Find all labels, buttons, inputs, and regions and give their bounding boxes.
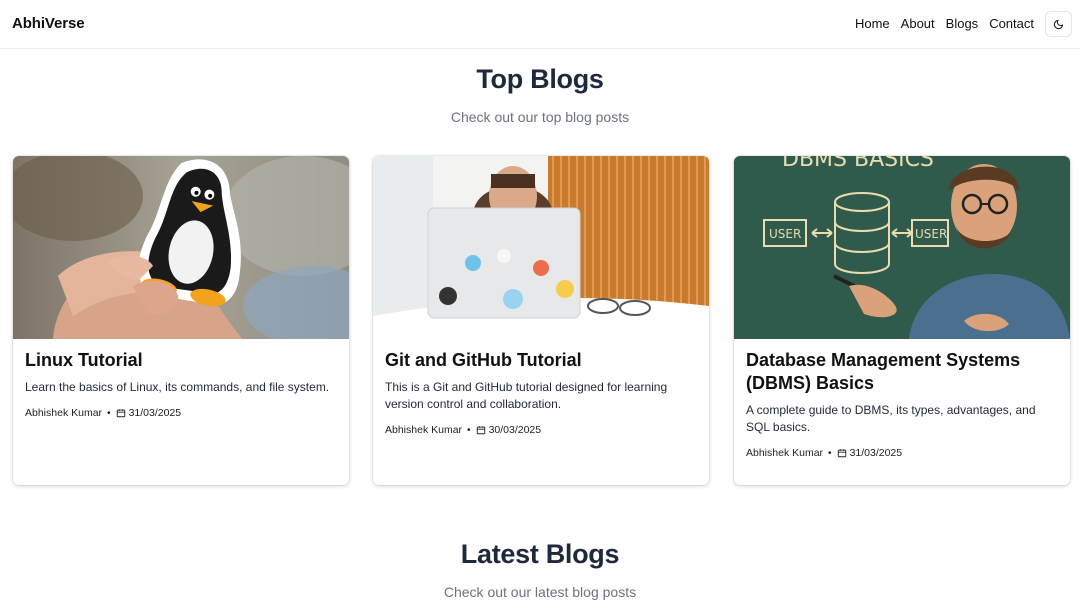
card-description: A complete guide to DBMS, its types, adv… (746, 403, 1036, 434)
separator-dot: • (107, 407, 111, 419)
chalkboard-user-right: USER (915, 227, 947, 241)
card-author: Abhishek Kumar (25, 407, 103, 419)
card-meta: Abhishek Kumar • 31/03/2025 (25, 407, 181, 419)
card-meta: Abhishek Kumar • 30/03/2025 (385, 424, 541, 436)
blog-card-linux[interactable]: Linux Tutorial Learn the basics of Linux… (13, 156, 349, 485)
card-title[interactable]: Linux Tutorial (25, 349, 337, 372)
card-meta: Abhishek Kumar • 31/03/2025 (746, 447, 902, 459)
card-date: 31/03/2025 (849, 447, 903, 459)
card-date: 30/03/2025 (488, 424, 542, 436)
separator-dot: • (467, 424, 471, 436)
latest-blogs-subtitle: Check out our latest blog posts (443, 584, 637, 600)
calendar-icon (837, 448, 847, 458)
nav-about-link[interactable]: About (901, 16, 935, 31)
nav-blogs-link[interactable]: Blogs (946, 16, 979, 31)
brand-logo[interactable]: AbhiVerse (12, 15, 85, 32)
nav-contact-link[interactable]: Contact (989, 16, 1034, 31)
card-title[interactable]: Git and GitHub Tutorial (385, 349, 697, 372)
blog-card-git[interactable]: Git and GitHub Tutorial This is a Git an… (373, 156, 709, 485)
card-description: This is a Git and GitHub tutorial design… (385, 380, 668, 411)
calendar-icon (476, 425, 486, 435)
theme-toggle-button[interactable] (1045, 11, 1072, 37)
blog-card-dbms[interactable]: DBMS BASICS USER USER Database Managemen… (734, 156, 1070, 485)
navbar: AbhiVerse Home About Blogs Contact (0, 0, 1080, 49)
card-description: Learn the basics of Linux, its commands,… (25, 380, 330, 394)
moon-icon (1053, 19, 1064, 29)
nav-links: Home About Blogs Contact (844, 16, 1034, 31)
separator-dot: • (828, 447, 832, 459)
card-author: Abhishek Kumar (746, 447, 824, 459)
latest-blogs-title: Latest Blogs (460, 539, 620, 569)
chalkboard-user-left: USER (769, 227, 801, 241)
top-blogs-subtitle: Check out our top blog posts (450, 109, 630, 125)
dbms-card-image: DBMS BASICS USER USER (734, 156, 1070, 339)
nav-home-link[interactable]: Home (855, 16, 890, 31)
card-date: 31/03/2025 (128, 407, 182, 419)
calendar-icon (116, 408, 126, 418)
chalkboard-heading: DBMS BASICS (782, 156, 934, 172)
git-card-image (373, 156, 709, 339)
card-author: Abhishek Kumar (385, 424, 463, 436)
top-blogs-title: Top Blogs (476, 64, 604, 94)
linux-card-image (13, 156, 349, 339)
card-title[interactable]: Database Management Systems (DBMS) Basic… (746, 349, 1058, 395)
